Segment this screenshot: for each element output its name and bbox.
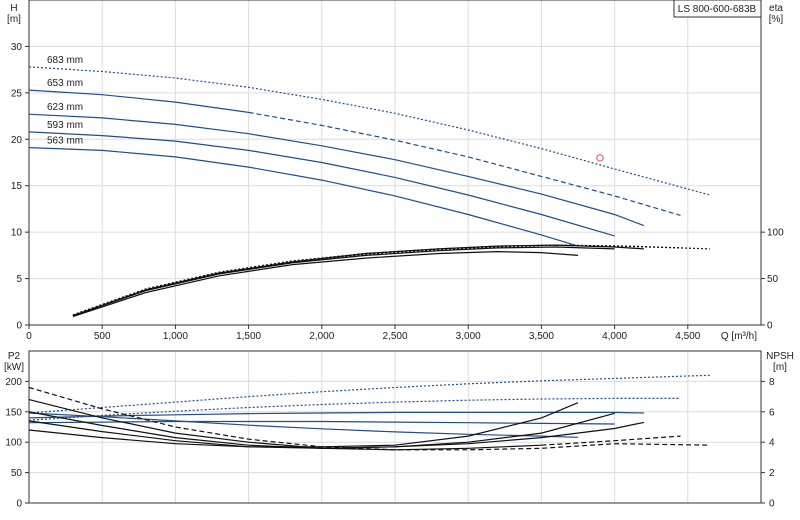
power-curve <box>28 412 579 438</box>
efficiency-curve <box>72 244 681 316</box>
x-tick-label: 3,000 <box>456 331 481 342</box>
y-tick-label: 10 <box>11 228 23 239</box>
x-tick-label: 4,000 <box>602 331 627 342</box>
efficiency-curve <box>72 250 579 318</box>
y-axis-label-symbol: H <box>10 3 17 14</box>
y-axis-label-symbol: P2 <box>8 351 21 362</box>
head-curve-label: 593 mm <box>47 120 83 131</box>
eta-axis-label-symbol: eta <box>769 3 783 14</box>
y-tick-label: 100 <box>5 438 22 449</box>
title-box: LS 800-600-683B <box>673 0 762 18</box>
efficiency-curve <box>72 246 615 317</box>
eta-tick-label: 50 <box>767 274 779 285</box>
y-tick-label: 25 <box>11 88 23 99</box>
eta-axis-label-unit: [%] <box>769 14 784 25</box>
power-curve <box>28 397 681 421</box>
head-curve-label: 623 mm <box>47 102 83 113</box>
y-tick-label: 5 <box>16 274 22 285</box>
npsh-axis-label-unit: [m] <box>773 362 787 373</box>
eta-tick-label: 0 <box>767 321 773 332</box>
head-curve-dashed <box>248 111 681 216</box>
pump-curve-chart: 0 500 1,000 1,500 2,000 2,500 3,000 3,500 4,000 4… <box>4 0 794 510</box>
head-curve-label: 653 mm <box>47 78 83 89</box>
head-curve-label: 563 mm <box>47 136 83 147</box>
x-tick-label: 1,500 <box>236 331 261 342</box>
power-npsh-panel: 0 50 100 150 200 P2[kW] 0 2 4 6 8 NPSH[m] <box>4 350 794 510</box>
y-tick-label: 15 <box>11 181 23 192</box>
npsh-tick-label: 8 <box>769 377 775 388</box>
x-tick-label: 3,500 <box>529 331 554 342</box>
npsh-tick-label: 4 <box>769 438 775 449</box>
x-tick-label: 4,500 <box>675 331 700 342</box>
y-tick-label: 20 <box>11 135 23 146</box>
head-efficiency-panel: 0 500 1,000 1,500 2,000 2,500 3,000 3,500 4,000 4… <box>7 0 784 342</box>
x-tick-label: 1,000 <box>163 331 188 342</box>
x-tick-label: 2,500 <box>382 331 407 342</box>
head-curve <box>28 66 710 196</box>
npsh-tick-label: 0 <box>769 499 775 510</box>
y-tick-label: 50 <box>11 468 23 479</box>
y-tick-label: 0 <box>16 321 22 332</box>
y-axis-label-unit: [m] <box>7 14 21 25</box>
x-tick-label: 0 <box>26 331 32 342</box>
y-tick-label: 0 <box>16 499 22 510</box>
y-axis-label-unit: [kW] <box>4 362 24 373</box>
x-tick-label: 2,000 <box>309 331 334 342</box>
npsh-tick-label: 2 <box>769 468 775 479</box>
y-tick-label: 150 <box>5 407 22 418</box>
head-curve <box>28 147 579 247</box>
head-curve-label: 683 mm <box>47 55 83 66</box>
chart-title: LS 800-600-683B <box>678 4 757 15</box>
x-tick-label: 500 <box>94 331 111 342</box>
head-curve <box>28 113 645 227</box>
y-tick-label: 30 <box>11 42 23 53</box>
npsh-curve <box>28 402 579 448</box>
eta-tick-label: 100 <box>767 228 784 239</box>
npsh-tick-label: 6 <box>769 407 775 418</box>
y-tick-label: 200 <box>5 377 22 388</box>
x-axis-label: Q [m³/h] <box>721 331 757 342</box>
npsh-axis-label-symbol: NPSH <box>766 351 794 362</box>
duty-point-marker <box>596 154 604 162</box>
